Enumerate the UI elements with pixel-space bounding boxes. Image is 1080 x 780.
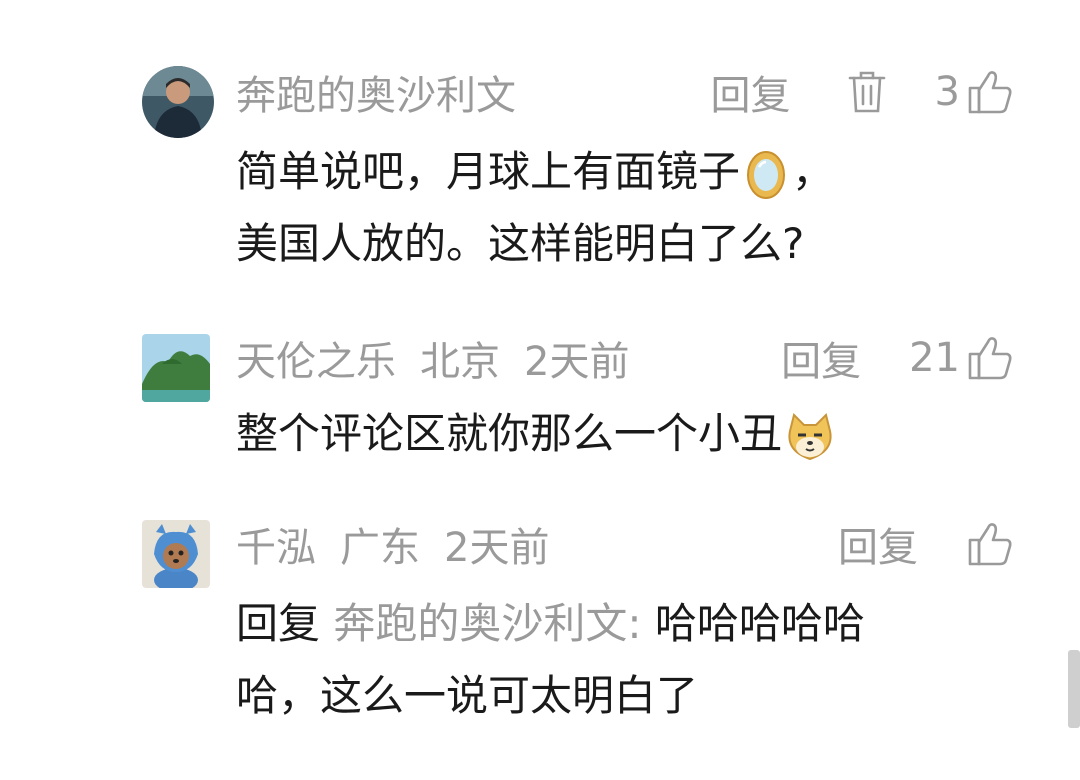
comment-text: 整个评论区就你那么一个小丑 bbox=[236, 409, 783, 458]
comment-meta: 天伦之乐 北京 2天前 回复 21 bbox=[236, 330, 1014, 386]
avatar[interactable] bbox=[142, 334, 210, 402]
comment-thread: 奔跑的奥沙利文 回复 3 简单说吧，月球上有面镜子 ， 美国人放的。这样能明白了… bbox=[0, 0, 1080, 780]
comment-text: 简单说吧，月球上有面镜子 bbox=[236, 147, 741, 196]
reply-button[interactable]: 回复 bbox=[838, 515, 918, 573]
thumbs-up-icon bbox=[966, 334, 1014, 382]
like-button[interactable] bbox=[966, 520, 1014, 568]
mirror-emoji bbox=[742, 149, 790, 201]
thumbs-up-icon bbox=[966, 68, 1014, 116]
location: 北京 bbox=[420, 339, 500, 385]
doge-emoji bbox=[784, 411, 832, 463]
like-count: 21 bbox=[909, 335, 960, 381]
scrollbar[interactable] bbox=[1068, 650, 1080, 728]
comment-text: ， bbox=[792, 147, 835, 196]
thumbs-up-icon bbox=[966, 520, 1014, 568]
timestamp: 2天前 bbox=[524, 339, 630, 385]
timestamp: 2天前 bbox=[444, 525, 550, 571]
like-button[interactable]: 21 bbox=[909, 334, 1014, 382]
trash-icon[interactable] bbox=[847, 70, 887, 114]
comment-text-line: 回复 奔跑的奥沙利文: 哈哈哈哈哈 bbox=[236, 588, 1014, 660]
comment-text-line: 简单说吧，月球上有面镜子 ， bbox=[236, 136, 1014, 208]
avatar[interactable] bbox=[142, 66, 214, 138]
username[interactable]: 奔跑的奥沙利文 bbox=[236, 63, 516, 121]
comment-text: 哈哈哈哈哈 bbox=[654, 599, 865, 648]
comment-body: 整个评论区就你那么一个小丑 bbox=[236, 398, 1014, 470]
avatar[interactable] bbox=[142, 520, 210, 588]
reply-target-user[interactable]: 奔跑的奥沙利文: bbox=[333, 599, 641, 648]
comment-body: 回复 奔跑的奥沙利文: 哈哈哈哈哈 哈，这么一说可太明白了 bbox=[236, 588, 1014, 732]
comment-meta: 奔跑的奥沙利文 回复 3 bbox=[236, 64, 1014, 120]
comment-body: 简单说吧，月球上有面镜子 ， 美国人放的。这样能明白了么? bbox=[236, 136, 1014, 280]
username[interactable]: 千泓 bbox=[236, 515, 316, 573]
reply-button[interactable]: 回复 bbox=[781, 329, 861, 387]
comment-text-line: 美国人放的。这样能明白了么? bbox=[236, 219, 805, 268]
reply-button[interactable]: 回复 bbox=[711, 63, 791, 121]
location: 广东 bbox=[340, 525, 420, 571]
reply-prefix: 回复 bbox=[236, 599, 321, 648]
like-count: 3 bbox=[934, 69, 960, 115]
comment-meta: 千泓 广东 2天前 回复 bbox=[236, 516, 1014, 572]
like-button[interactable]: 3 bbox=[935, 68, 1014, 116]
username[interactable]: 天伦之乐 bbox=[236, 329, 396, 387]
comment-text-line: 哈，这么一说可太明白了 bbox=[236, 671, 699, 720]
